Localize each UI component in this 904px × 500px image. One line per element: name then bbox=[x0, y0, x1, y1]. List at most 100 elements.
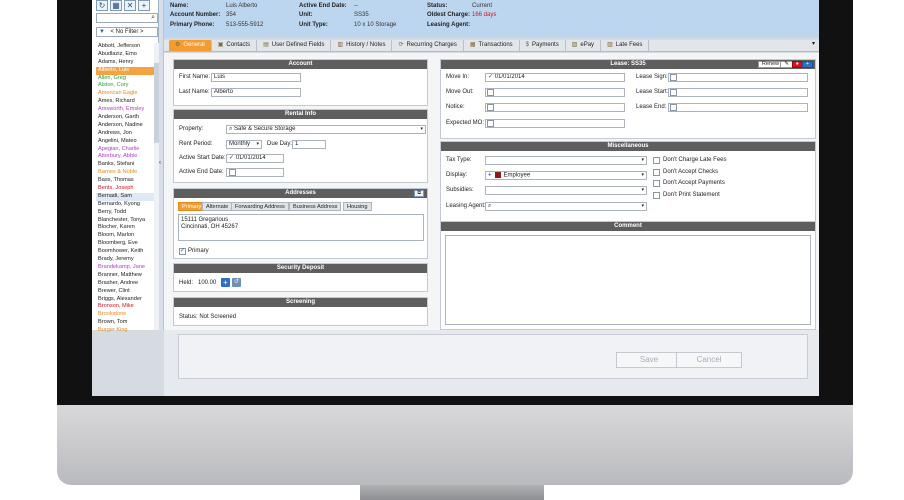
tenant-list-item[interactable]: Abudlaziz, Emo bbox=[96, 51, 154, 59]
tab-history-notes[interactable]: ▥ History / Notes bbox=[331, 40, 393, 51]
tenant-list-item[interactable]: Bloom, Marlon bbox=[96, 232, 154, 240]
address-box[interactable]: 15111 Gregarious Cincinnati, OH 45267 bbox=[178, 214, 424, 241]
lease-start-field[interactable] bbox=[668, 88, 808, 97]
checkbox[interactable] bbox=[229, 169, 236, 176]
property-select[interactable]: ⌕ Safe & Secure Storage ▾ bbox=[226, 125, 426, 134]
copy-address-icon[interactable]: ⧉ bbox=[414, 190, 424, 197]
tenant-list-item[interactable]: Alberto, Luis bbox=[96, 66, 154, 75]
tenant-list-item[interactable]: Berry, Todd bbox=[96, 209, 154, 217]
checkbox[interactable] bbox=[670, 89, 677, 96]
add-lease-icon[interactable]: + bbox=[801, 61, 813, 68]
tab-late-fees[interactable]: ▨ Late Fees bbox=[601, 40, 650, 51]
notice-field[interactable] bbox=[485, 103, 625, 112]
tenant-list-item[interactable]: Bronson, Mike bbox=[96, 303, 154, 311]
lease-end-field[interactable] bbox=[668, 103, 808, 112]
misc-checkbox[interactable] bbox=[653, 191, 660, 199]
misc-checkbox[interactable] bbox=[653, 168, 660, 176]
tabs-overflow-icon[interactable]: ▾ bbox=[812, 40, 815, 47]
tenant-list-item[interactable]: Brewer, Clint bbox=[96, 288, 154, 296]
move-out-field[interactable] bbox=[485, 88, 625, 97]
tab-epay[interactable]: ▧ ePay bbox=[566, 40, 602, 51]
tenant-list-item[interactable]: Bloomberg, Eve bbox=[96, 240, 154, 248]
search-icon[interactable]: ⌕ bbox=[151, 14, 155, 22]
tenant-list-item[interactable]: Blanchester, Tonya bbox=[96, 217, 154, 225]
tab-user-defined-fields[interactable]: ▤ User Defined Fields bbox=[257, 40, 332, 51]
tenant-list-item[interactable]: American Eagle bbox=[96, 90, 154, 98]
misc-checkbox[interactable] bbox=[653, 180, 660, 187]
tenant-list-item[interactable]: Blocher, Karen bbox=[96, 224, 154, 232]
primary-checkbox[interactable]: ✓ bbox=[179, 248, 186, 255]
tenant-list-item[interactable]: Anderson, Garth bbox=[96, 114, 154, 122]
tenant-list-item[interactable]: Adams, Henry bbox=[96, 59, 154, 67]
grid-icon[interactable]: ▦ bbox=[110, 0, 122, 11]
move-in-field[interactable]: ✓ 01/01/2014 bbox=[485, 73, 625, 82]
header-field-label: Unit Type: bbox=[299, 21, 328, 28]
tenant-list-item[interactable]: Brasher, Andree bbox=[96, 280, 154, 288]
checkbox[interactable] bbox=[670, 104, 677, 111]
tenant-list-item[interactable]: Andrews, Jon bbox=[96, 130, 154, 138]
refund-deposit-icon[interactable]: ↺ bbox=[232, 278, 241, 287]
lease-sign-field[interactable] bbox=[668, 73, 808, 82]
comment-textarea[interactable] bbox=[445, 235, 811, 325]
tenant-list-item[interactable]: Amsworth, Emsley bbox=[96, 106, 154, 114]
tenant-list-item[interactable]: Banks, Stefani bbox=[96, 161, 154, 169]
tenant-list-item[interactable]: Anderson, Nadine bbox=[96, 122, 154, 130]
address-tab[interactable]: Alternate bbox=[202, 202, 233, 211]
due-day-field[interactable]: 1 bbox=[292, 140, 326, 149]
tab-transactions[interactable]: ▦ Transactions bbox=[464, 40, 520, 51]
tenant-list-item[interactable]: Brandekamp, Jane bbox=[96, 264, 154, 272]
leasing-agent-select[interactable]: ⌕ ▾ bbox=[485, 202, 647, 211]
tax-type-select[interactable]: ▾ bbox=[485, 156, 647, 165]
subsidies-select[interactable]: ▾ bbox=[485, 186, 647, 195]
expected-mo-field[interactable] bbox=[485, 119, 625, 128]
tenant-list-item[interactable]: Briggs, Alexander bbox=[96, 296, 154, 304]
tenant-list-item[interactable]: Ames, Richard bbox=[96, 98, 154, 106]
last-name-field[interactable]: Alberto bbox=[211, 88, 301, 97]
tenant-list-item[interactable]: Bernadi, Sam bbox=[96, 192, 154, 201]
active-end-field[interactable] bbox=[226, 168, 284, 177]
filter-select[interactable]: ▼ < No Filter > bbox=[96, 27, 158, 37]
address-tab[interactable]: Business Address bbox=[289, 202, 342, 211]
tenant-list-item[interactable]: Atterbury, Abbie bbox=[96, 153, 154, 161]
tenant-list-item[interactable]: Brady, Jeremy bbox=[96, 256, 154, 264]
save-button[interactable]: Save bbox=[616, 352, 682, 368]
tax-type-label: Tax Type: bbox=[446, 157, 472, 163]
display-select[interactable]: + Employee ▾ bbox=[485, 171, 647, 180]
tenant-list-item[interactable]: Bernardo, Kyong bbox=[96, 201, 154, 209]
active-start-field[interactable]: ✓ 01/01/2014 bbox=[226, 154, 284, 163]
cancel-button[interactable]: Cancel bbox=[676, 352, 742, 368]
refresh-icon[interactable]: ↻ bbox=[96, 0, 108, 11]
address-tab[interactable]: Forwarding Address bbox=[231, 202, 289, 211]
tenant-list-item[interactable]: Barnes & Noble bbox=[96, 169, 154, 177]
tenant-list-item[interactable]: Branner, Matthew bbox=[96, 272, 154, 280]
checkbox[interactable] bbox=[487, 89, 494, 96]
tab-payments[interactable]: $ Payments bbox=[520, 40, 566, 51]
tab-general[interactable]: ⚙ General bbox=[169, 40, 212, 51]
tenant-list-item[interactable]: Brown, Tom bbox=[96, 319, 154, 327]
rent-period-select[interactable]: Monthly ▾ bbox=[226, 140, 262, 149]
misc-checkbox[interactable] bbox=[653, 157, 660, 164]
tenant-list-item[interactable]: Allen, Greg bbox=[96, 75, 154, 83]
tenant-list-item[interactable]: Apegian, Charlie bbox=[96, 146, 154, 154]
tenant-list-item[interactable]: Boomhower, Keith bbox=[96, 248, 154, 256]
address-tab[interactable]: Housing bbox=[343, 202, 372, 211]
tenant-list-item[interactable]: Angelini, Mateo bbox=[96, 138, 154, 146]
collapse-icon[interactable]: ‹ bbox=[159, 160, 161, 166]
tenant-list-item[interactable]: Abbott, Jefferson bbox=[96, 43, 154, 51]
tab-recurring-charges[interactable]: ⟳ Recurring Charges bbox=[392, 40, 464, 51]
tab-contacts[interactable]: ▣ Contacts bbox=[212, 40, 258, 51]
tenant-list-item[interactable]: Bass, Thomas bbox=[96, 177, 154, 185]
search-input[interactable]: ⌕ bbox=[96, 13, 158, 23]
add-icon[interactable]: + bbox=[138, 0, 150, 11]
checkbox[interactable] bbox=[487, 120, 494, 127]
tenant-list-item[interactable]: Burger King bbox=[96, 327, 154, 335]
tenant-list-item[interactable]: Brookstone bbox=[96, 311, 154, 319]
checkbox[interactable] bbox=[670, 74, 677, 81]
delete-icon[interactable]: ✕ bbox=[124, 0, 136, 11]
first-name-field[interactable]: Luis bbox=[211, 73, 301, 82]
tenant-list-item[interactable]: Bents, Joseph bbox=[96, 185, 154, 193]
tenant-list-item[interactable]: Alston, Cory bbox=[96, 82, 154, 90]
renew-button[interactable]: Renew bbox=[757, 61, 783, 68]
add-deposit-icon[interactable]: + bbox=[221, 278, 230, 287]
checkbox[interactable] bbox=[487, 104, 494, 111]
